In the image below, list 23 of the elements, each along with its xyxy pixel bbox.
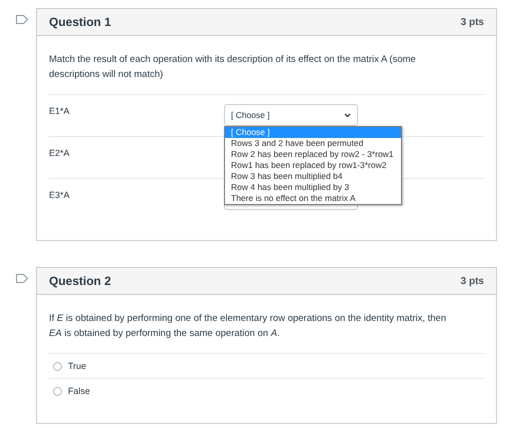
- dropdown-option[interactable]: Row 3 has been multiplied b4: [225, 171, 401, 182]
- answer-label[interactable]: False: [68, 386, 90, 396]
- answer-dropdown[interactable]: [ Choose ]: [224, 104, 358, 126]
- dropdown-option[interactable]: Row1 has been replaced by row1-3*row2: [225, 160, 401, 171]
- question-title: Question 2: [49, 274, 112, 288]
- dropdown-option[interactable]: Row 4 has been multiplied by 3: [225, 182, 401, 193]
- match-label: E3*A: [49, 189, 71, 200]
- question-text: If E is obtained by performing one of the elementary row operations on the identity matrix, then EA is obtained by performing the same operation on A.: [49, 312, 448, 341]
- radio-button[interactable]: [53, 386, 62, 396]
- dropdown-option[interactable]: Rows 3 and 2 have been permuted: [225, 138, 401, 149]
- radio-button[interactable]: [53, 362, 62, 370]
- answer-label[interactable]: True: [68, 361, 86, 371]
- dropdown-option[interactable]: Row 2 has been replaced by row2 - 3*row1: [225, 149, 401, 160]
- match-label: E1*A: [49, 105, 71, 116]
- dropdown-option[interactable]: There is no effect on the matrix A: [225, 193, 401, 204]
- question-text: Match the result of each operation with its description of its effect on the matrix A (some descriptions will not match): [49, 53, 417, 82]
- question-points: 3 pts: [460, 276, 484, 286]
- match-label: E2*A: [49, 147, 71, 158]
- question-title: Question 1: [49, 15, 112, 29]
- bookmark-icon[interactable]: [16, 274, 28, 283]
- bookmark-icon[interactable]: [16, 15, 28, 24]
- question-points: 3 pts: [460, 16, 484, 28]
- caret-icon: [344, 112, 351, 118]
